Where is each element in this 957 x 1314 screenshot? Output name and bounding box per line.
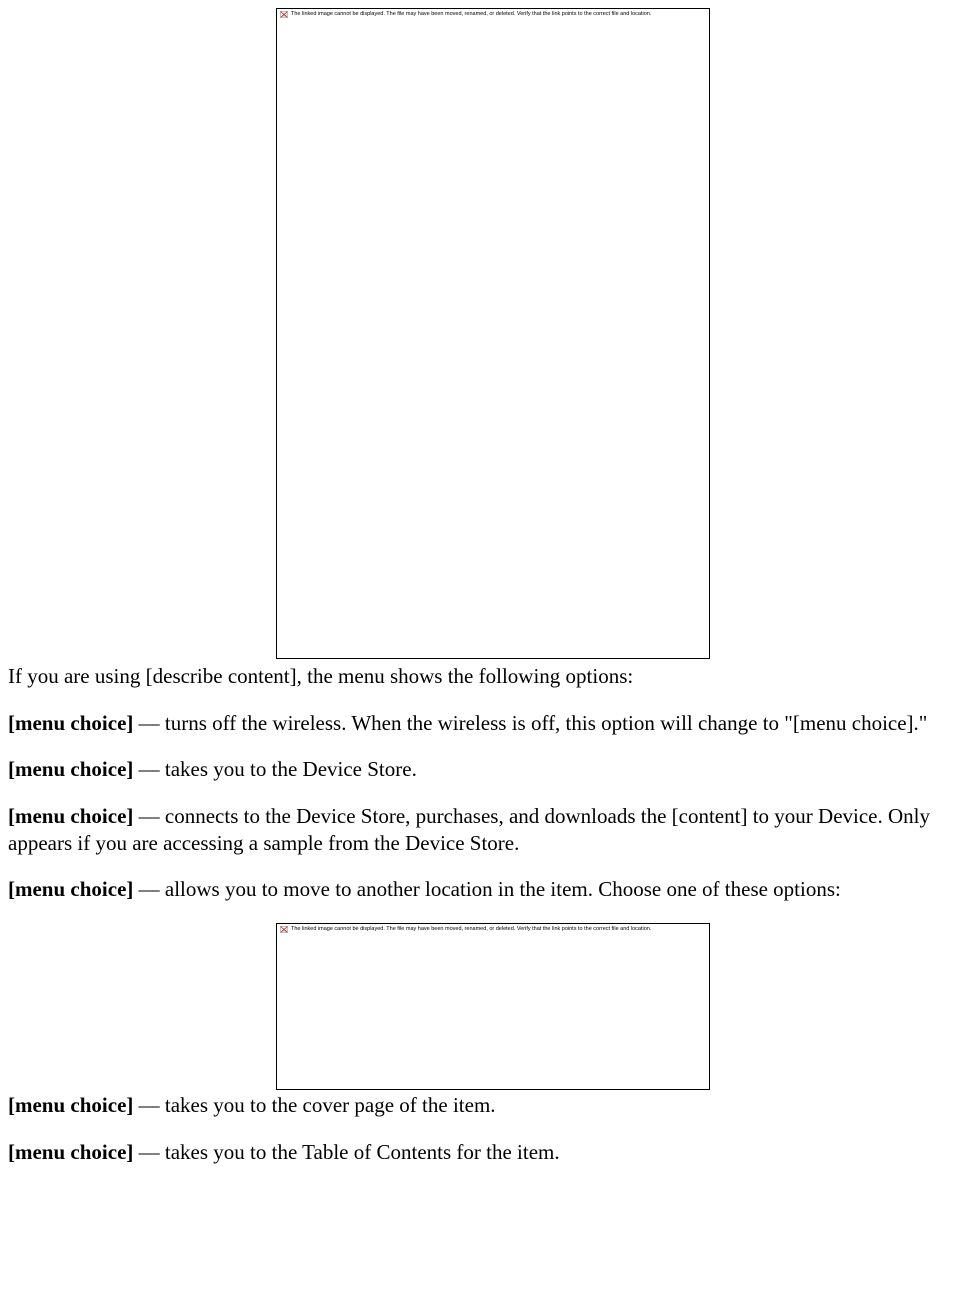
menu-item-desc: — takes you to the cover page of the ite… [133, 1093, 495, 1117]
menu-item-paragraph: [menu choice] — connects to the Device S… [8, 803, 949, 856]
broken-image-placeholder-large: The linked image cannot be displayed. Th… [276, 8, 710, 659]
menu-item-paragraph: [menu choice] — takes you to the cover p… [8, 1092, 949, 1119]
broken-image-text: The linked image cannot be displayed. Th… [291, 11, 651, 17]
menu-item-label: [menu choice] [8, 1093, 133, 1117]
menu-item-label: [menu choice] [8, 711, 133, 735]
menu-item-desc: — takes you to the Device Store. [133, 757, 416, 781]
menu-item-paragraph: [menu choice] — takes you to the Device … [8, 756, 949, 783]
menu-item-desc: — takes you to the Table of Contents for… [133, 1140, 559, 1164]
broken-image-placeholder-small: The linked image cannot be displayed. Th… [276, 923, 710, 1090]
menu-item-paragraph: [menu choice] — turns off the wireless. … [8, 710, 949, 737]
menu-item-label: [menu choice] [8, 877, 133, 901]
menu-item-paragraph: [menu choice] — takes you to the Table o… [8, 1139, 949, 1166]
menu-item-label: [menu choice] [8, 757, 133, 781]
broken-image-icon [280, 926, 288, 933]
menu-item-desc: — connects to the Device Store, purchase… [8, 804, 930, 855]
menu-item-desc: — turns off the wireless. When the wirel… [133, 711, 927, 735]
menu-item-desc: — allows you to move to another location… [133, 877, 840, 901]
broken-image-caption: The linked image cannot be displayed. Th… [277, 9, 709, 20]
broken-image-caption: The linked image cannot be displayed. Th… [277, 924, 709, 935]
broken-image-icon [280, 11, 288, 18]
menu-item-label: [menu choice] [8, 1140, 133, 1164]
intro-paragraph: If you are using [describe content], the… [8, 663, 949, 690]
broken-image-text: The linked image cannot be displayed. Th… [291, 926, 651, 932]
menu-item-label: [menu choice] [8, 804, 133, 828]
menu-item-paragraph: [menu choice] — allows you to move to an… [8, 876, 949, 903]
